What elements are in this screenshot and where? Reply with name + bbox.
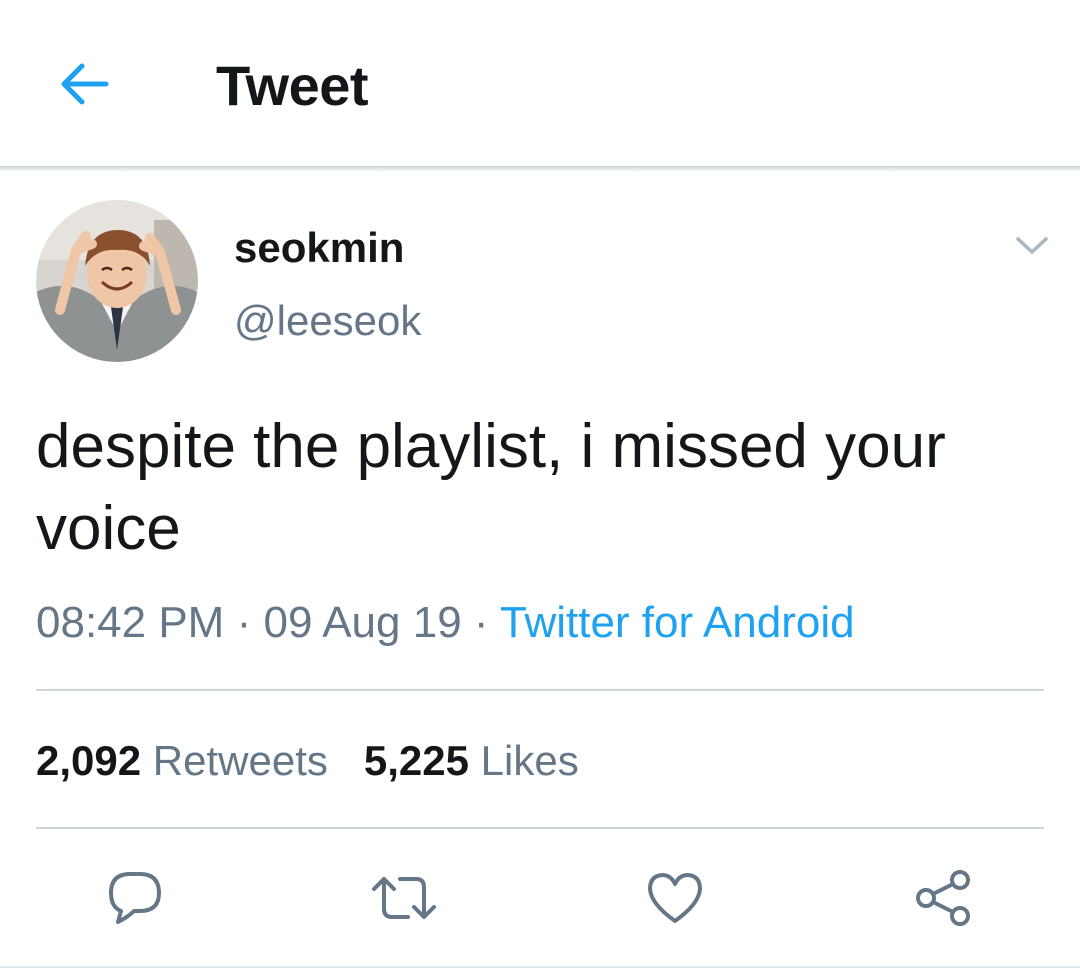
tweet-date: 09 Aug 19 [263,598,462,647]
likes-label: Likes [480,737,579,784]
user-handle[interactable]: @leeseok [234,296,421,346]
retweet-icon [372,877,436,919]
retweets-count: 2,092 [36,737,142,784]
arrow-left-icon [61,63,109,105]
tweet-actions [0,860,1080,936]
tweet-meta: 08:42 PM · 09 Aug 19 · Twitter for Andro… [36,596,855,650]
reply-icon [109,872,161,924]
meta-separator: · [236,598,252,647]
share-button[interactable] [906,860,982,936]
page-title: Tweet [216,54,369,117]
retweets-stat[interactable]: 2,092 Retweets [36,737,328,784]
bottom-divider [0,966,1080,968]
top-bar: Tweet [0,0,1080,168]
like-button[interactable] [637,860,713,936]
chevron-down-icon [1016,237,1048,254]
likes-stat[interactable]: 5,225 Likes [364,737,579,784]
meta-separator: · [473,598,489,647]
more-options-button[interactable] [1010,226,1054,266]
tweet-source-link[interactable]: Twitter for Android [500,598,855,647]
back-button[interactable] [56,56,112,112]
divider [36,827,1044,829]
avatar[interactable] [36,200,198,362]
tweet-time: 08:42 PM [36,598,225,647]
retweet-button[interactable] [366,860,442,936]
share-icon [916,870,970,926]
reply-button[interactable] [97,860,173,936]
likes-count: 5,225 [363,737,469,784]
divider [36,689,1044,691]
heart-icon [648,873,702,923]
tweet-text: despite the playlist, i missed your voic… [36,412,946,563]
retweets-label: Retweets [152,737,328,784]
display-name[interactable]: seokmin [234,224,404,272]
top-bar-shadow [0,166,1080,172]
avatar-image [36,200,198,362]
tweet-stats: 2,092 Retweets 5,225 Likes [36,734,579,788]
